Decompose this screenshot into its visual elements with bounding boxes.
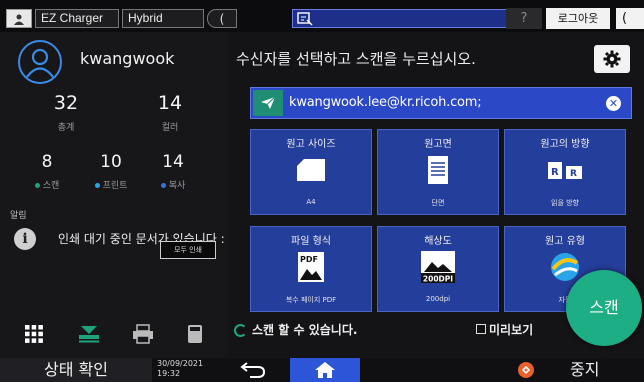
scan-label: 스캔: [22, 178, 72, 191]
tile-value: 복수 페이지 PDF: [285, 296, 337, 304]
tile-title: 원고 유형: [545, 236, 585, 247]
back-button[interactable]: [216, 360, 288, 380]
stop-icon[interactable]: [518, 362, 534, 378]
color-count: 14: [157, 92, 183, 114]
tile-value: A4: [306, 198, 316, 206]
home-icon: [315, 362, 335, 378]
orientation-icon: RR: [505, 152, 625, 188]
notice-header: 알림: [10, 211, 27, 221]
scanner-app-tab[interactable]: [292, 9, 514, 28]
svg-text:R: R: [551, 167, 559, 178]
clear-destination-button[interactable]: ✕: [606, 96, 621, 111]
preview-checkbox[interactable]: [476, 324, 486, 334]
svg-text:R: R: [570, 169, 577, 179]
resolution-icon: 200DPI: [378, 249, 498, 285]
top-status-bar: EZ Charger Hybrid ( ? 로그아웃 (: [0, 0, 644, 32]
scan-dot-icon: [34, 183, 40, 188]
ready-status: 스캔 할 수 있습니다.: [252, 323, 358, 337]
stop-button[interactable]: 중지: [570, 358, 599, 382]
time: 19:32: [157, 369, 181, 378]
scanner-icon[interactable]: [78, 324, 100, 346]
print-dot-icon: [94, 183, 100, 188]
destination-address: kwangwook.lee@kr.ricoh.com;: [289, 95, 482, 110]
resolution-badge: 200DPI: [423, 275, 453, 284]
tile-value: 200dpi: [425, 295, 451, 303]
copy-label: 복사: [148, 178, 198, 191]
send-icon: [253, 90, 283, 116]
settings-button[interactable]: [594, 45, 630, 73]
tile-file-type[interactable]: 파일 형식 PDF 복수 페이지 PDF: [250, 226, 372, 312]
logout-button[interactable]: 로그아웃: [546, 8, 610, 29]
date-time: 30/09/2021 19:32: [157, 359, 203, 379]
single-side-icon: [378, 152, 498, 188]
tile-title: 원고의 방향: [540, 139, 590, 150]
tile-value: 읽을 방향: [551, 199, 579, 207]
preview-label[interactable]: 미리보기: [489, 321, 533, 338]
user-icon[interactable]: [6, 9, 32, 28]
back-arrow-icon: [240, 362, 266, 378]
tile-value: 단면: [431, 199, 445, 207]
date: 30/09/2021: [157, 359, 204, 368]
app-hybrid[interactable]: Hybrid: [122, 9, 204, 28]
color-label: 컬러: [161, 123, 179, 133]
bottom-bar: 상태 확인 30/09/2021 19:32 중지: [0, 358, 644, 382]
scanner-app-icon: [297, 12, 313, 26]
tile-original-size[interactable]: 원고 사이즈 A4: [250, 129, 372, 215]
night-mode-icon[interactable]: (: [207, 9, 237, 28]
ready-spinner-icon: [234, 324, 247, 337]
print-count: 10: [100, 152, 122, 172]
print-label: 프린트: [86, 178, 136, 191]
user-name: kwangwook: [80, 49, 175, 68]
tile-title: 원고면: [424, 139, 452, 150]
scan-start-button[interactable]: 스캔: [566, 270, 642, 346]
total-label: 총계: [57, 123, 75, 133]
copier-icon[interactable]: [186, 324, 208, 346]
tile-title: 원고 사이즈: [286, 139, 336, 150]
info-icon: i: [14, 228, 36, 250]
tile-original-orientation[interactable]: 원고의 방향 RR 읽을 방향: [504, 129, 626, 215]
tile-title: 해상도: [424, 236, 452, 247]
app-grid-icon[interactable]: [24, 324, 46, 346]
printer-icon[interactable]: [132, 324, 154, 346]
user-info-panel: kwangwook 32 총계 14 컬러 8 스캔 10 프린트 14 복사 …: [0, 32, 228, 358]
pdf-icon: PDF: [251, 249, 371, 285]
instruction-text: 수신자를 선택하고 스캔을 누르십시오.: [236, 50, 476, 68]
destination-field[interactable]: kwangwook.lee@kr.ricoh.com; ✕: [250, 87, 632, 119]
energy-saver-button[interactable]: (: [616, 8, 644, 29]
scanner-main: 수신자를 선택하고 스캔을 누르십시오. kwangwook.lee@kr.ri…: [228, 32, 644, 358]
app-shortcuts: [0, 320, 228, 350]
tile-title: 파일 형식: [291, 236, 331, 247]
pdf-badge: PDF: [300, 255, 318, 264]
status-check-button[interactable]: 상태 확인: [0, 358, 152, 382]
total-count: 32: [53, 92, 79, 114]
scan-count: 8: [41, 152, 53, 172]
app-ez-charger[interactable]: EZ Charger: [35, 9, 119, 28]
help-button[interactable]: ?: [506, 8, 542, 29]
copy-count: 14: [162, 152, 184, 172]
copy-dot-icon: [160, 183, 166, 188]
tile-resolution[interactable]: 해상도 200DPI 200dpi: [377, 226, 499, 312]
avatar: [18, 40, 62, 84]
tile-original-sides[interactable]: 원고면 단면: [377, 129, 499, 215]
print-all-button[interactable]: 모두 인쇄: [160, 241, 216, 259]
gear-icon: [603, 50, 621, 68]
paper-size-icon: [251, 152, 371, 188]
home-button[interactable]: [290, 358, 360, 382]
